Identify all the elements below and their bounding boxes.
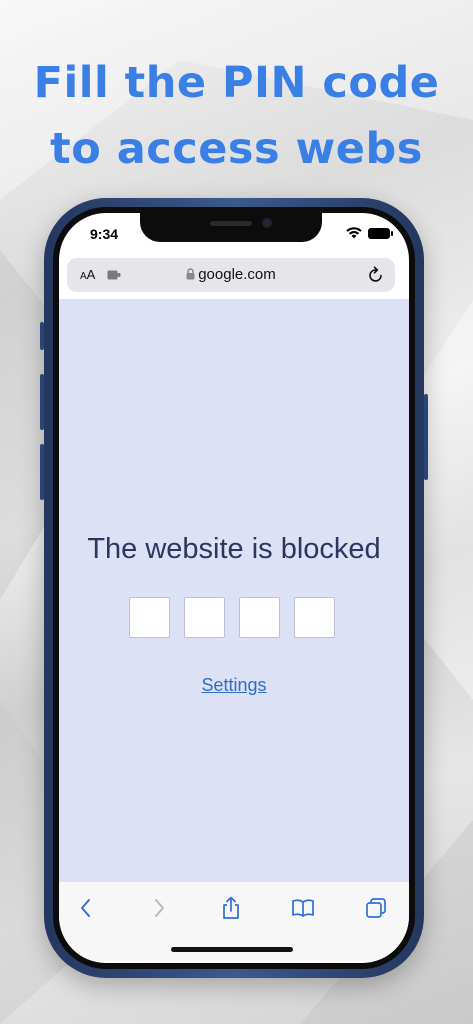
headline-line-2: to access webs [50, 124, 423, 174]
blocked-page: The website is blocked Settings [59, 299, 409, 881]
phone-mockup: 9:34 AA google.com The website is blocke… [40, 198, 428, 978]
settings-link[interactable]: Settings [59, 675, 409, 696]
phone-screen: 9:34 AA google.com The website is blocke… [59, 213, 409, 963]
pin-digit-2[interactable] [184, 597, 225, 638]
lock-icon [186, 268, 195, 280]
mute-switch [40, 322, 44, 350]
volume-down-button [40, 444, 44, 500]
bookmarks-button[interactable] [288, 896, 318, 920]
promo-headline: Fill the PIN code to access webs [0, 50, 473, 182]
tabs-button[interactable] [361, 896, 391, 920]
url-display[interactable]: google.com [67, 266, 395, 283]
pin-input-row [129, 597, 335, 638]
address-bar[interactable]: AA google.com [67, 258, 395, 292]
power-button [424, 394, 428, 480]
share-button[interactable] [216, 896, 246, 920]
status-time: 9:34 [90, 226, 119, 242]
screen-bezel: 9:34 AA google.com The website is blocke… [53, 207, 415, 969]
notch [140, 213, 322, 242]
back-button[interactable] [71, 896, 101, 920]
blocked-message: The website is blocked [87, 533, 381, 565]
wifi-icon [346, 227, 362, 239]
home-indicator[interactable] [171, 947, 293, 952]
headline-line-1: Fill the PIN code [33, 58, 440, 108]
tabs-icon [366, 898, 386, 918]
status-icons [346, 227, 393, 239]
volume-up-button [40, 374, 44, 430]
url-text: google.com [198, 266, 276, 283]
front-camera [262, 218, 272, 228]
share-icon [223, 896, 239, 919]
speaker-grille [210, 221, 252, 226]
pin-digit-1[interactable] [129, 597, 170, 638]
back-icon [81, 899, 90, 917]
pin-digit-4[interactable] [294, 597, 335, 638]
bookmarks-icon [292, 899, 314, 917]
pin-digit-3[interactable] [239, 597, 280, 638]
forward-button[interactable] [144, 896, 174, 920]
battery-icon [368, 227, 393, 239]
forward-icon [155, 899, 164, 917]
reload-icon[interactable] [368, 266, 384, 284]
